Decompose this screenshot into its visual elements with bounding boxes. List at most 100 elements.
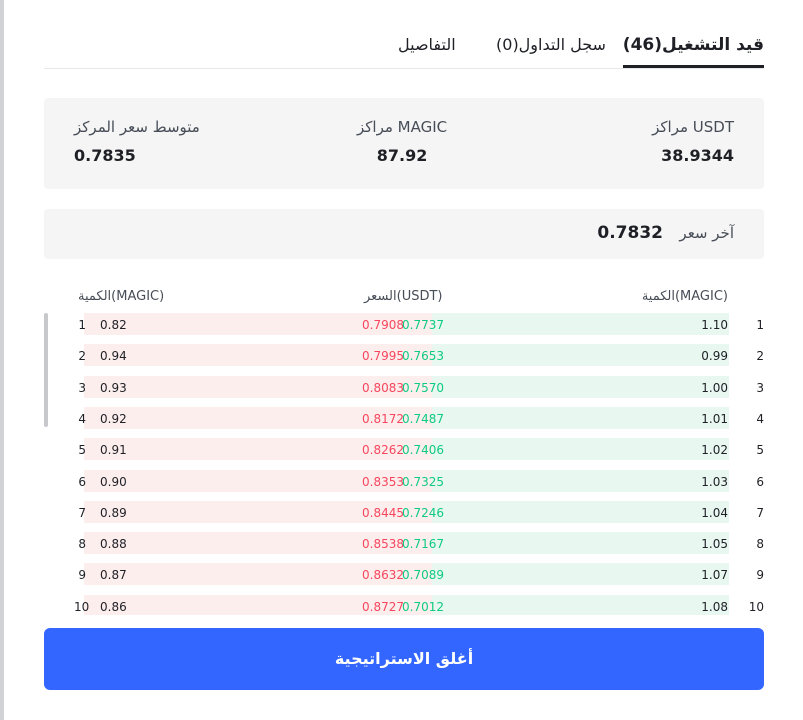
buy-quantity: 1.04	[701, 505, 728, 520]
buy-row-background	[432, 500, 729, 523]
sell-row-index: 5	[78, 443, 86, 458]
buy-price: 0.7089	[402, 568, 444, 583]
usdt-position: مراكز USDT 38.9344	[652, 118, 734, 165]
sell-quantity: 0.94	[100, 349, 127, 364]
table-row: 5 0.91 0.8262 0.7406 1.02 5	[44, 438, 764, 462]
buy-row-index: 10	[748, 599, 764, 614]
scrollbar-thumb[interactable]	[44, 313, 48, 427]
magic-position-value: 87.92	[376, 146, 428, 165]
sell-price: 0.8262	[362, 443, 404, 458]
col-price: السعر(USDT)	[364, 289, 443, 304]
col-sell-quantity: الكمية(MAGIC)	[78, 289, 165, 304]
usdt-position-label: مراكز USDT	[652, 118, 734, 136]
positions-summary: مراكز USDT 38.9344 مراكز MAGIC 87.92 متو…	[44, 98, 764, 189]
table-row: 4 0.92 0.8172 0.7487 1.01 4	[44, 406, 764, 431]
tab-bar: قيد التشغيل(46) سجل التداول(0) التفاصيل	[44, 28, 764, 69]
window-edge	[0, 0, 4, 720]
buy-row-background	[432, 594, 729, 615]
buy-row-index: 3	[756, 380, 764, 395]
buy-quantity: 1.00	[701, 380, 728, 395]
sell-quantity: 0.90	[100, 474, 127, 489]
buy-price: 0.7653	[402, 349, 444, 364]
tab-details[interactable]: التفاصيل	[398, 28, 456, 68]
sell-quantity: 0.82	[100, 318, 127, 332]
buy-quantity: 1.05	[701, 537, 728, 552]
sell-price: 0.8538	[362, 537, 404, 552]
usdt-position-value: 38.9344	[661, 146, 734, 165]
last-price-value: 0.7832	[597, 223, 663, 243]
buy-price: 0.7167	[402, 537, 444, 552]
sell-price: 0.8083	[362, 380, 404, 395]
buy-row-index: 6	[756, 474, 764, 489]
sell-price: 0.8172	[362, 411, 404, 426]
order-table-header: الكمية(MAGIC) السعر(USDT) الكمية(MAGIC)	[44, 289, 764, 309]
sell-price: 0.8632	[362, 568, 404, 583]
sell-row-index: 8	[78, 537, 86, 552]
sell-price: 0.8727	[362, 599, 404, 614]
sell-row-index: 7	[78, 505, 86, 520]
magic-position-label: مراكز MAGIC	[357, 118, 448, 136]
buy-quantity: 1.08	[701, 599, 728, 614]
buy-price: 0.7570	[402, 380, 444, 395]
buy-row-index: 1	[756, 318, 764, 332]
sell-price: 0.8353	[362, 474, 404, 489]
buy-row-background	[432, 532, 729, 555]
sell-row-index: 10	[74, 599, 90, 614]
buy-row-index: 4	[756, 411, 764, 426]
buy-quantity: 1.03	[701, 474, 728, 489]
table-row: 9 0.87 0.8632 0.7089 1.07 9	[44, 563, 764, 587]
table-row: 2 0.94 0.7995 0.7653 0.99 2	[44, 344, 764, 368]
sell-quantity: 0.87	[100, 568, 127, 583]
buy-row-background	[432, 406, 729, 429]
sell-row-index: 3	[78, 380, 86, 395]
buy-row-background	[432, 438, 729, 461]
sell-quantity: 0.93	[100, 380, 127, 395]
table-row: 10 0.86 0.8727 0.7012 1.08 10	[44, 594, 764, 615]
buy-price: 0.7406	[402, 443, 444, 458]
buy-price: 0.7487	[402, 411, 444, 426]
buy-price: 0.7012	[402, 599, 444, 614]
last-price-label: آخر سعر	[679, 224, 734, 242]
table-row: 3 0.93 0.8083 0.7570 1.00 3	[44, 375, 764, 400]
sell-quantity: 0.86	[100, 599, 127, 614]
buy-row-index: 9	[756, 568, 764, 583]
buy-quantity: 0.99	[701, 349, 728, 364]
close-strategy-button[interactable]: أغلق الاستراتيجية	[44, 628, 764, 690]
buy-quantity: 1.01	[701, 411, 728, 426]
avg-position-price-value: 0.7835	[74, 146, 136, 165]
sell-quantity: 0.92	[100, 411, 127, 426]
buy-row-index: 8	[756, 537, 764, 552]
magic-position: مراكز MAGIC 87.92	[357, 118, 447, 165]
sell-price: 0.7908	[362, 318, 404, 332]
sell-row-index: 2	[78, 349, 86, 364]
table-row: 6 0.90 0.8353 0.7325 1.03 6	[44, 469, 764, 494]
order-grid[interactable]: 1 0.82 0.7908 0.7737 1.10 1 2 0.94 0.7995 0.7653 0…	[44, 313, 764, 615]
buy-row-background	[432, 375, 729, 398]
buy-quantity: 1.02	[701, 443, 728, 458]
sell-price: 0.7995	[362, 349, 404, 364]
sell-row-index: 9	[78, 568, 86, 583]
table-row: 8 0.88 0.8538 0.7167 1.05 8	[44, 532, 764, 556]
buy-price: 0.7246	[402, 505, 444, 520]
col-buy-quantity: الكمية(MAGIC)	[641, 289, 728, 304]
buy-quantity: 1.10	[701, 318, 728, 332]
buy-row-background	[432, 563, 729, 586]
sell-price: 0.8445	[362, 505, 404, 520]
buy-row-index: 7	[756, 505, 764, 520]
buy-row-background	[432, 469, 729, 492]
sell-quantity: 0.89	[100, 505, 127, 520]
sell-row-index: 4	[78, 411, 86, 426]
avg-position-price-label: متوسط سعر المركز	[74, 118, 200, 136]
sell-row-index: 6	[78, 474, 86, 489]
buy-price: 0.7737	[402, 318, 444, 332]
avg-position-price: متوسط سعر المركز 0.7835	[74, 118, 200, 165]
buy-row-background	[432, 344, 729, 367]
last-price-panel: آخر سعر 0.7832	[44, 209, 764, 259]
sell-quantity: 0.91	[100, 443, 127, 458]
sell-quantity: 0.88	[100, 537, 127, 552]
buy-quantity: 1.07	[701, 568, 728, 583]
tab-running[interactable]: قيد التشغيل(46)	[622, 28, 764, 68]
tab-trade-history[interactable]: سجل التداول(0)	[496, 28, 606, 68]
table-row: 1 0.82 0.7908 0.7737 1.10 1	[44, 313, 764, 337]
buy-row-index: 2	[756, 349, 764, 364]
